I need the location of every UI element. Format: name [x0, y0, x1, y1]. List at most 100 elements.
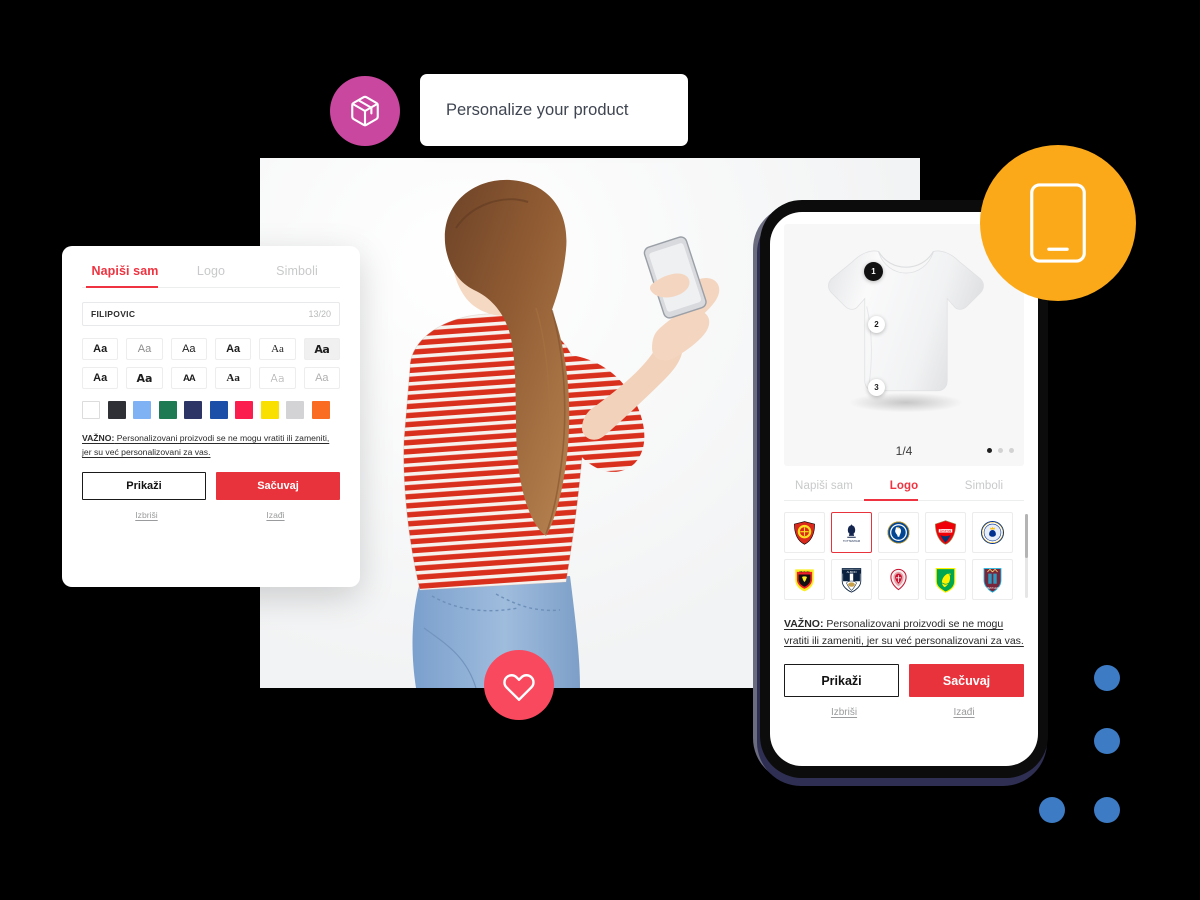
logo-chelsea[interactable] — [878, 512, 919, 553]
logo-norwich-city[interactable] — [925, 559, 966, 600]
logo-watford[interactable]: WATFORD — [784, 559, 825, 600]
font-option-8[interactable]: Aa — [126, 367, 163, 389]
leicester-city-crest-icon — [981, 521, 1004, 544]
font-option-11[interactable]: Aa — [259, 367, 296, 389]
arsenal-crest-icon: Arsenal — [935, 520, 956, 545]
logo-liverpool[interactable] — [878, 559, 919, 600]
desktop-tabs: Napiši sam Logo Simboli — [82, 264, 340, 288]
exit-link[interactable]: Izađi — [211, 510, 340, 520]
heart-icon — [503, 674, 535, 701]
notice-text: Personalizovani proizvodi se ne mogu vra… — [82, 433, 330, 458]
desktop-personalizer-panel: Napiši sam Logo Simboli FILIPOVIC 13/20 … — [62, 246, 360, 587]
phone-tab-simboli[interactable]: Simboli — [944, 480, 1024, 500]
desktop-secondary-links: Izbriši Izađi — [82, 510, 340, 520]
product-marker-3[interactable]: 3 — [868, 379, 885, 396]
color-swatch-red[interactable] — [235, 401, 253, 419]
svg-text:WEST HAM: WEST HAM — [986, 587, 999, 590]
phone-preview-button[interactable]: Prikaži — [784, 664, 899, 697]
font-option-6[interactable]: Aa — [303, 338, 340, 360]
personalization-text-field[interactable]: FILIPOVIC 13/20 — [82, 302, 340, 326]
page-root: Personalize your product Napiši sam Logo… — [0, 0, 1200, 900]
favorite-badge — [484, 650, 554, 720]
logo-tottenham-hotspur[interactable]: TOTTENHAM — [831, 512, 872, 553]
svg-text:Arsenal: Arsenal — [940, 529, 952, 533]
text-input-value[interactable]: FILIPOVIC — [91, 309, 135, 319]
font-option-4[interactable]: Aa — [214, 338, 252, 360]
tab-simboli[interactable]: Simboli — [254, 264, 340, 287]
important-notice: VAŽNO: Personalizovani proizvodi se ne m… — [82, 431, 340, 459]
watford-crest-icon: WATFORD — [795, 569, 814, 592]
phone-tab-napisi-sam[interactable]: Napiši sam — [784, 480, 864, 500]
phone-tabs: Napiši sam Logo Simboli — [784, 480, 1024, 501]
logo-grid-scrollbar[interactable] — [1025, 514, 1028, 598]
font-option-9[interactable]: AA — [170, 367, 207, 389]
product-marker-1[interactable]: 1 — [864, 262, 883, 281]
logo-leicester-city[interactable] — [972, 512, 1013, 553]
font-option-12[interactable]: Aa — [303, 367, 340, 389]
logo-west-ham-united[interactable]: WEST HAM — [972, 559, 1013, 600]
phone-tab-logo[interactable]: Logo — [864, 480, 944, 500]
liverpool-crest-icon — [890, 568, 907, 591]
phone-save-button[interactable]: Sačuvaj — [909, 664, 1024, 697]
tab-napisi-sam[interactable]: Napiši sam — [82, 264, 168, 287]
color-swatch-white[interactable] — [82, 401, 100, 419]
color-swatch-charcoal[interactable] — [107, 401, 126, 419]
phone-notice-label: VAŽNO: — [784, 618, 824, 630]
font-option-10[interactable]: Aa — [214, 367, 252, 389]
font-row: Aa Aa Aa Aa Aa Aa — [82, 338, 340, 360]
package-box-icon — [351, 95, 379, 127]
color-picker — [82, 401, 340, 419]
color-swatch-blue[interactable] — [209, 401, 228, 419]
west-ham-united-crest-icon: WEST HAM — [983, 568, 1002, 593]
desktop-action-buttons: Prikaži Sačuvaj — [82, 472, 340, 501]
color-swatch-yellow[interactable] — [260, 401, 279, 419]
delete-link[interactable]: Izbriši — [82, 510, 211, 520]
color-swatch-light-blue[interactable] — [133, 401, 151, 419]
scrollbar-thumb[interactable] — [1025, 514, 1028, 558]
preview-button[interactable]: Prikaži — [82, 472, 206, 501]
carousel-dot-2[interactable] — [998, 448, 1003, 453]
logo-row: TOTTENHAM Arsenal — [784, 512, 1024, 553]
font-option-3[interactable]: Aa — [170, 338, 207, 360]
phone-exit-link[interactable]: Izađi — [904, 707, 1024, 718]
carousel-dot-3[interactable] — [1009, 448, 1014, 453]
package-badge — [330, 76, 400, 146]
color-swatch-orange[interactable] — [311, 401, 330, 419]
decorative-dot-2 — [1094, 728, 1120, 754]
logo-manchester-united[interactable] — [784, 512, 825, 553]
font-option-7[interactable]: Aa — [82, 367, 119, 389]
logo-arsenal[interactable]: Arsenal — [925, 512, 966, 553]
color-swatch-green[interactable] — [158, 401, 177, 419]
save-button[interactable]: Sačuvaj — [216, 472, 340, 501]
tab-logo[interactable]: Logo — [168, 264, 254, 287]
color-swatch-navy[interactable] — [184, 401, 202, 419]
mobile-phone-icon — [1030, 183, 1086, 263]
phone-screen: 1 2 3 1/4 Napiši sam Logo Simboli TOTTEN… — [770, 212, 1038, 766]
page-title: Personalize your product — [446, 100, 629, 119]
product-marker-2[interactable]: 2 — [868, 316, 885, 333]
notice-label: VAŽNO: — [82, 433, 115, 443]
svg-text:WATFORD: WATFORD — [799, 570, 810, 573]
logo-west-bromwich-albion[interactable]: ALBION — [831, 559, 872, 600]
color-swatch-light-gray[interactable] — [286, 401, 304, 419]
svg-text:TOTTENHAM: TOTTENHAM — [843, 539, 861, 543]
decorative-dot-1 — [1094, 665, 1120, 691]
font-option-1[interactable]: Aa — [82, 338, 119, 360]
chelsea-crest-icon — [887, 521, 910, 544]
font-option-5[interactable]: Aa — [259, 338, 296, 360]
svg-text:ALBION: ALBION — [847, 570, 857, 574]
phone-secondary-links: Izbriši Izađi — [784, 707, 1024, 718]
font-picker: Aa Aa Aa Aa Aa Aa Aa Aa AA Aa Aa Aa — [82, 338, 340, 389]
mobile-badge — [980, 145, 1136, 301]
west-bromwich-albion-crest-icon: ALBION — [841, 568, 862, 593]
font-row: Aa Aa AA Aa Aa Aa — [82, 367, 340, 389]
decorative-dot-3 — [1039, 797, 1065, 823]
product-preview-stage[interactable]: 1 2 3 1/4 — [784, 224, 1024, 466]
decorative-dot-4 — [1094, 797, 1120, 823]
product-carousel-dots[interactable] — [987, 448, 1014, 453]
carousel-dot-1[interactable] — [987, 448, 992, 453]
character-counter: 13/20 — [308, 309, 331, 319]
phone-important-notice: VAŽNO: Personalizovani proizvodi se ne m… — [784, 616, 1024, 650]
font-option-2[interactable]: Aa — [126, 338, 163, 360]
phone-delete-link[interactable]: Izbriši — [784, 707, 904, 718]
